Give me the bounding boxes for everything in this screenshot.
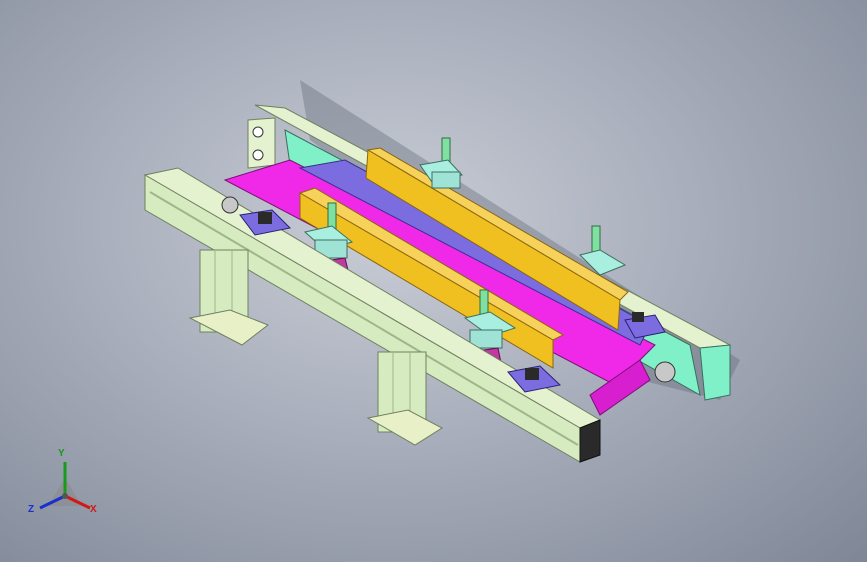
conveyor-model[interactable] — [0, 0, 867, 562]
triad-axes-icon — [39, 462, 91, 510]
cad-viewport[interactable]: Y X Z — [0, 0, 867, 562]
drive-roller — [654, 361, 676, 383]
view-orientation-triad[interactable]: Y X Z — [20, 448, 110, 528]
idler-roller — [221, 196, 239, 214]
triad-y-label: Y — [58, 448, 65, 459]
triad-z-label: Z — [28, 504, 35, 515]
triad-x-label: X — [90, 504, 97, 515]
